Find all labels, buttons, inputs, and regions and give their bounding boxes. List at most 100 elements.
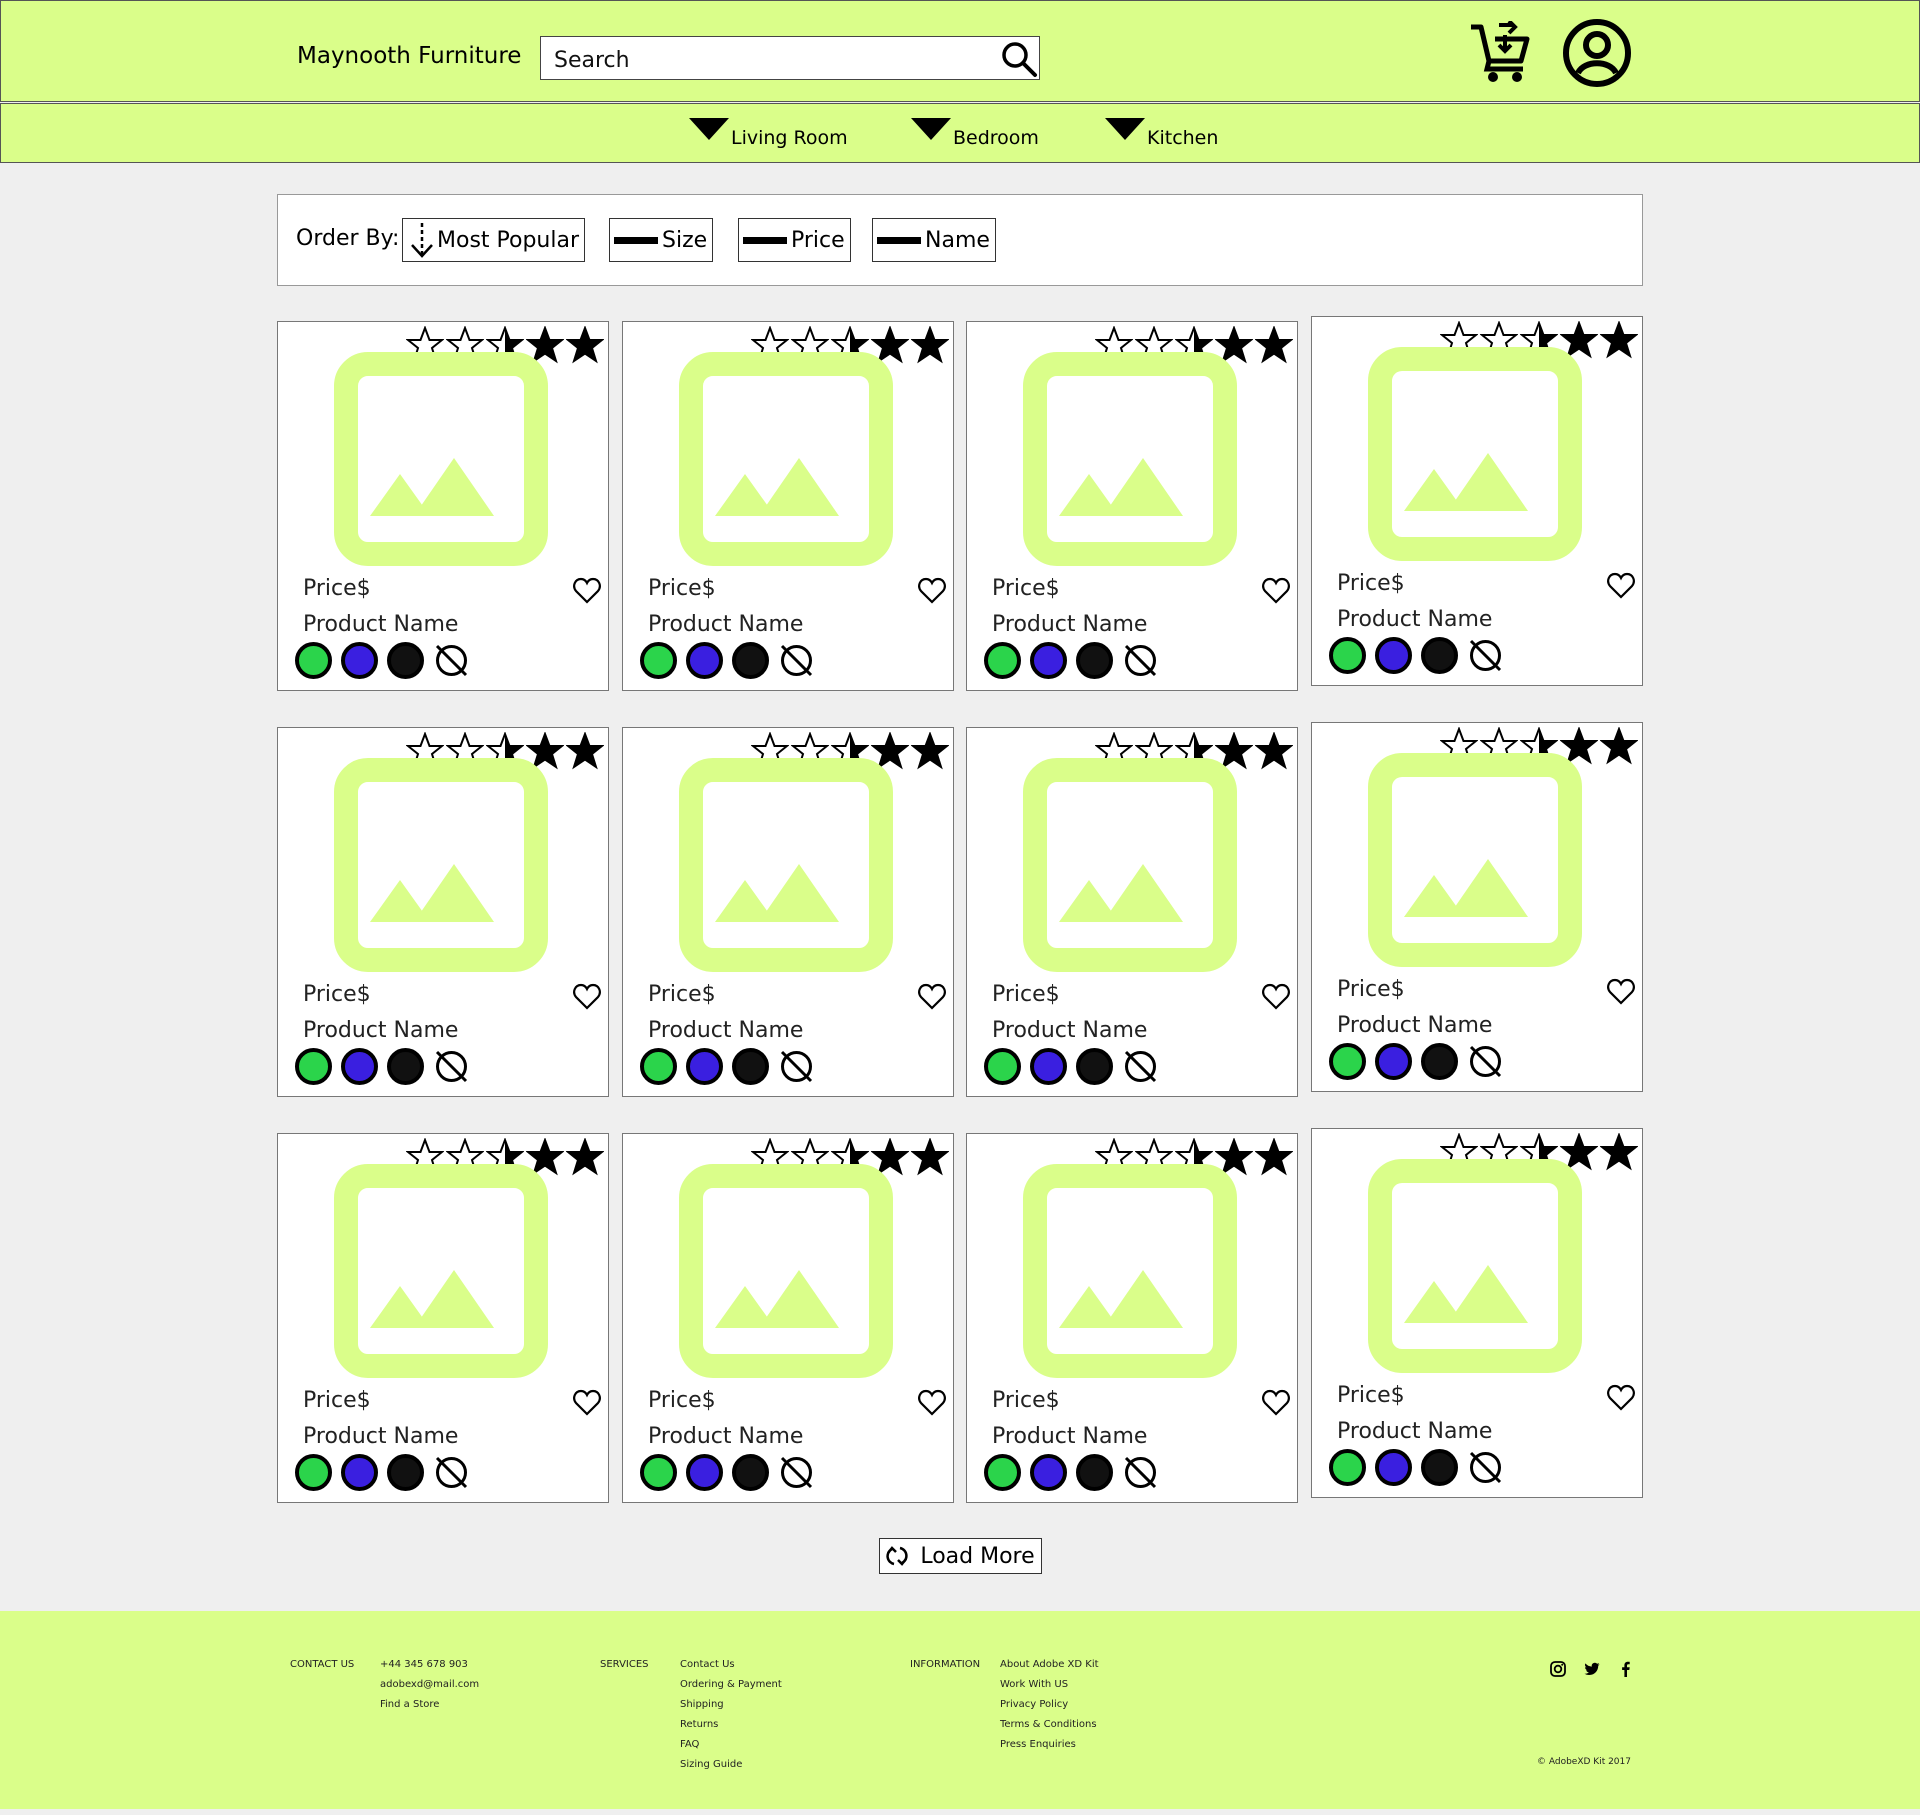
color-swatch[interactable] <box>640 642 677 679</box>
product-card[interactable]: Price$ Product Name <box>1311 316 1643 686</box>
product-card[interactable]: Price$ Product Name <box>966 1133 1298 1503</box>
color-swatch[interactable] <box>732 1454 769 1491</box>
heart-icon[interactable] <box>572 576 602 606</box>
account-icon[interactable] <box>1562 18 1632 88</box>
color-swatch[interactable] <box>1375 1043 1412 1080</box>
image-placeholder-icon[interactable] <box>1023 352 1237 566</box>
color-swatch[interactable] <box>295 1048 332 1085</box>
load-more-button[interactable]: Load More <box>879 1538 1042 1574</box>
color-swatch[interactable] <box>686 1454 723 1491</box>
footer-link[interactable]: Ordering & Payment <box>680 1679 782 1699</box>
no-color-icon[interactable] <box>1122 1048 1159 1085</box>
heart-icon[interactable] <box>1606 1383 1636 1413</box>
image-placeholder-icon[interactable] <box>1368 753 1582 967</box>
nav-item-kitchen[interactable]: Kitchen <box>1105 118 1218 149</box>
product-card[interactable]: Price$ Product Name <box>1311 1128 1643 1498</box>
no-color-icon[interactable] <box>778 1048 815 1085</box>
product-card[interactable]: Price$ Product Name <box>622 321 954 691</box>
nav-item-bedroom[interactable]: Bedroom <box>911 118 1039 149</box>
color-swatch[interactable] <box>341 1048 378 1085</box>
color-swatch[interactable] <box>387 1048 424 1085</box>
no-color-icon[interactable] <box>1467 1043 1504 1080</box>
sort-size-button[interactable]: Size <box>609 218 714 262</box>
image-placeholder-icon[interactable] <box>679 1164 893 1378</box>
heart-icon[interactable] <box>917 982 947 1012</box>
color-swatch[interactable] <box>1076 642 1113 679</box>
color-swatch[interactable] <box>295 642 332 679</box>
footer-link[interactable]: Contact Us <box>680 1659 782 1679</box>
image-placeholder-icon[interactable] <box>334 1164 548 1378</box>
color-swatch[interactable] <box>1030 1454 1067 1491</box>
color-swatch[interactable] <box>1329 1449 1366 1486</box>
product-name[interactable]: Product Name <box>1337 1419 1492 1444</box>
footer-link[interactable]: About Adobe XD Kit <box>1000 1659 1099 1679</box>
product-name[interactable]: Product Name <box>303 612 458 637</box>
heart-icon[interactable] <box>1606 571 1636 601</box>
heart-icon[interactable] <box>917 576 947 606</box>
color-swatch[interactable] <box>640 1048 677 1085</box>
color-swatch[interactable] <box>1329 637 1366 674</box>
color-swatch[interactable] <box>1076 1454 1113 1491</box>
no-color-icon[interactable] <box>778 642 815 679</box>
product-card[interactable]: Price$ Product Name <box>966 727 1298 1097</box>
sort-price-button[interactable]: Price <box>738 218 851 262</box>
color-swatch[interactable] <box>686 1048 723 1085</box>
product-card[interactable]: Price$ Product Name <box>622 1133 954 1503</box>
product-card[interactable]: Price$ Product Name <box>277 727 609 1097</box>
heart-icon[interactable] <box>1606 977 1636 1007</box>
nav-item-living-room[interactable]: Living Room <box>689 118 848 149</box>
product-name[interactable]: Product Name <box>1337 1013 1492 1038</box>
no-color-icon[interactable] <box>1122 642 1159 679</box>
cart-add-icon[interactable] <box>1469 21 1533 83</box>
color-swatch[interactable] <box>1421 1449 1458 1486</box>
color-swatch[interactable] <box>732 642 769 679</box>
heart-icon[interactable] <box>917 1388 947 1418</box>
color-swatch[interactable] <box>1421 637 1458 674</box>
color-swatch[interactable] <box>1030 1048 1067 1085</box>
product-name[interactable]: Product Name <box>648 612 803 637</box>
heart-icon[interactable] <box>572 1388 602 1418</box>
product-name[interactable]: Product Name <box>303 1018 458 1043</box>
no-color-icon[interactable] <box>778 1454 815 1491</box>
footer-link[interactable]: Press Enquiries <box>1000 1739 1099 1759</box>
color-swatch[interactable] <box>341 1454 378 1491</box>
heart-icon[interactable] <box>1261 1388 1291 1418</box>
color-swatch[interactable] <box>1421 1043 1458 1080</box>
product-name[interactable]: Product Name <box>648 1424 803 1449</box>
color-swatch[interactable] <box>984 1048 1021 1085</box>
product-name[interactable]: Product Name <box>992 612 1147 637</box>
color-swatch[interactable] <box>686 642 723 679</box>
brand-name[interactable]: Maynooth Furniture <box>297 43 521 69</box>
color-swatch[interactable] <box>984 1454 1021 1491</box>
no-color-icon[interactable] <box>433 1454 470 1491</box>
twitter-icon[interactable] <box>1583 1660 1601 1678</box>
heart-icon[interactable] <box>1261 982 1291 1012</box>
product-name[interactable]: Product Name <box>992 1018 1147 1043</box>
no-color-icon[interactable] <box>433 1048 470 1085</box>
color-swatch[interactable] <box>732 1048 769 1085</box>
footer-link[interactable]: Shipping <box>680 1699 782 1719</box>
color-swatch[interactable] <box>640 1454 677 1491</box>
footer-link[interactable]: Work With US <box>1000 1679 1099 1699</box>
product-card[interactable]: Price$ Product Name <box>622 727 954 1097</box>
no-color-icon[interactable] <box>1467 1449 1504 1486</box>
search-placeholder[interactable]: Search <box>554 48 630 73</box>
color-swatch[interactable] <box>387 642 424 679</box>
color-swatch[interactable] <box>984 642 1021 679</box>
color-swatch[interactable] <box>341 642 378 679</box>
no-color-icon[interactable] <box>1122 1454 1159 1491</box>
image-placeholder-icon[interactable] <box>1368 1159 1582 1373</box>
color-swatch[interactable] <box>387 1454 424 1491</box>
color-swatch[interactable] <box>1076 1048 1113 1085</box>
footer-link[interactable]: Privacy Policy <box>1000 1699 1099 1719</box>
no-color-icon[interactable] <box>1467 637 1504 674</box>
image-placeholder-icon[interactable] <box>334 352 548 566</box>
footer-phone[interactable]: +44 345 678 903 <box>380 1659 479 1679</box>
image-placeholder-icon[interactable] <box>1368 347 1582 561</box>
product-name[interactable]: Product Name <box>648 1018 803 1043</box>
color-swatch[interactable] <box>1030 642 1067 679</box>
footer-find-store[interactable]: Find a Store <box>380 1699 479 1719</box>
product-card[interactable]: Price$ Product Name <box>1311 722 1643 1092</box>
image-placeholder-icon[interactable] <box>679 352 893 566</box>
heart-icon[interactable] <box>1261 576 1291 606</box>
